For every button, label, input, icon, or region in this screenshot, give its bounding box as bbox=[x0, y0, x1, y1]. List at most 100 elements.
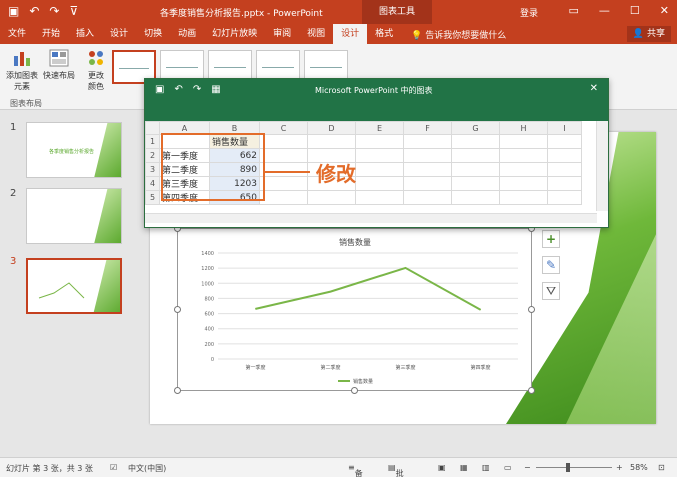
column-header[interactable]: A bbox=[159, 121, 210, 135]
cell[interactable] bbox=[307, 190, 356, 205]
cell[interactable] bbox=[259, 162, 308, 177]
reading-view-icon[interactable]: ▥ bbox=[482, 463, 490, 472]
maximize-icon[interactable]: ☐ bbox=[630, 4, 640, 17]
cell[interactable] bbox=[403, 134, 452, 149]
column-header[interactable]: B bbox=[209, 121, 260, 135]
column-header[interactable]: E bbox=[355, 121, 404, 135]
tab-review[interactable]: 审阅 bbox=[265, 24, 299, 44]
slide-thumbnail-3[interactable] bbox=[26, 258, 122, 314]
cell[interactable] bbox=[499, 148, 548, 163]
minimize-icon[interactable]: — bbox=[599, 4, 610, 17]
column-header[interactable]: I bbox=[547, 121, 582, 135]
cell[interactable] bbox=[355, 162, 404, 177]
resize-handle[interactable] bbox=[528, 387, 535, 394]
column-header[interactable]: H bbox=[499, 121, 548, 135]
spellcheck-icon[interactable]: ☑ bbox=[110, 463, 117, 472]
horizontal-scrollbar[interactable] bbox=[145, 213, 597, 223]
cell[interactable] bbox=[451, 148, 500, 163]
cell[interactable] bbox=[355, 190, 404, 205]
cell[interactable] bbox=[159, 134, 210, 149]
share-button[interactable]: 👤 共享 bbox=[626, 26, 671, 42]
cell[interactable] bbox=[355, 134, 404, 149]
cell[interactable] bbox=[499, 134, 548, 149]
close-icon[interactable]: ✕ bbox=[590, 83, 598, 94]
edit-in-excel-icon[interactable]: ▦ bbox=[211, 84, 220, 95]
tab-file[interactable]: 文件 bbox=[0, 24, 34, 44]
cell[interactable] bbox=[499, 162, 548, 177]
row-header[interactable]: 3 bbox=[145, 162, 160, 177]
cell[interactable]: 1203 bbox=[209, 176, 260, 191]
comments-button[interactable]: ▤ 批注 bbox=[388, 463, 404, 477]
save-icon[interactable]: ▣ bbox=[155, 84, 164, 95]
chart-elements-plus-icon[interactable]: + bbox=[542, 230, 560, 248]
select-all-corner[interactable] bbox=[145, 121, 160, 135]
close-icon[interactable]: ✕ bbox=[660, 4, 669, 17]
cell[interactable] bbox=[259, 134, 308, 149]
notes-button[interactable]: ≡ 备注 bbox=[348, 463, 363, 477]
zoom-out-icon[interactable]: − bbox=[524, 463, 531, 472]
tab-animations[interactable]: 动画 bbox=[170, 24, 204, 44]
resize-handle[interactable] bbox=[528, 306, 535, 313]
cell[interactable] bbox=[403, 162, 452, 177]
cell[interactable] bbox=[451, 176, 500, 191]
slide-thumbnail-1[interactable]: 各季度销售分析报告 bbox=[26, 122, 122, 178]
cell[interactable] bbox=[451, 134, 500, 149]
cell[interactable] bbox=[451, 190, 500, 205]
cell[interactable] bbox=[259, 176, 308, 191]
cell[interactable] bbox=[403, 176, 452, 191]
cell[interactable] bbox=[259, 190, 308, 205]
tab-insert[interactable]: 插入 bbox=[68, 24, 102, 44]
cell[interactable]: 第三季度 bbox=[159, 176, 210, 191]
cell[interactable] bbox=[499, 176, 548, 191]
cell[interactable] bbox=[547, 190, 582, 205]
row-header[interactable]: 4 bbox=[145, 176, 160, 191]
cell[interactable]: 650 bbox=[209, 190, 260, 205]
cell[interactable] bbox=[403, 148, 452, 163]
tab-home[interactable]: 开始 bbox=[34, 24, 68, 44]
vertical-scrollbar[interactable] bbox=[596, 121, 608, 211]
cell[interactable]: 第一季度 bbox=[159, 148, 210, 163]
cell[interactable] bbox=[355, 176, 404, 191]
zoom-in-icon[interactable]: + bbox=[616, 463, 623, 472]
tab-slideshow[interactable]: 幻灯片放映 bbox=[204, 24, 265, 44]
tab-transitions[interactable]: 切换 bbox=[136, 24, 170, 44]
row-header[interactable]: 2 bbox=[145, 148, 160, 163]
save-icon[interactable]: ▣ bbox=[8, 4, 19, 18]
customize-icon[interactable]: ⊽ bbox=[69, 4, 78, 18]
chart-object[interactable]: 销售数量 0 200 400 600 800 1000 1200 1400 第一季度 第二季度 第三季… bbox=[177, 228, 532, 391]
tab-design[interactable]: 设计 bbox=[102, 24, 136, 44]
resize-handle[interactable] bbox=[351, 387, 358, 394]
cell[interactable] bbox=[355, 148, 404, 163]
cell[interactable] bbox=[403, 190, 452, 205]
cell[interactable] bbox=[547, 148, 582, 163]
cell[interactable]: 第二季度 bbox=[159, 162, 210, 177]
redo-icon[interactable]: ↷ bbox=[49, 4, 59, 18]
cell[interactable]: 890 bbox=[209, 162, 260, 177]
add-chart-element-button[interactable]: 添加图表 元素 bbox=[4, 48, 40, 92]
undo-icon[interactable]: ↶ bbox=[29, 4, 39, 18]
cell[interactable] bbox=[451, 162, 500, 177]
redo-icon[interactable]: ↷ bbox=[193, 84, 201, 95]
cell[interactable]: 销售数量 bbox=[209, 134, 260, 149]
ribbon-options-icon[interactable]: ▭ bbox=[569, 4, 579, 17]
row-header[interactable]: 1 bbox=[145, 134, 160, 149]
zoom-slider[interactable] bbox=[536, 467, 612, 468]
slideshow-icon[interactable]: ▭ bbox=[504, 463, 512, 472]
resize-handle[interactable] bbox=[174, 387, 181, 394]
change-colors-button[interactable]: 更改 颜色 bbox=[82, 48, 110, 92]
chart-styles-brush-icon[interactable]: ✎ bbox=[542, 256, 560, 274]
zoom-slider-thumb[interactable] bbox=[566, 463, 570, 472]
cell[interactable] bbox=[547, 134, 582, 149]
cell[interactable]: 第四季度 bbox=[159, 190, 210, 205]
resize-handle[interactable] bbox=[174, 306, 181, 313]
normal-view-icon[interactable]: ▣ bbox=[438, 463, 446, 472]
column-header[interactable]: C bbox=[259, 121, 308, 135]
cell[interactable]: 662 bbox=[209, 148, 260, 163]
fit-slide-icon[interactable]: ⊡ bbox=[658, 463, 665, 472]
cell[interactable] bbox=[547, 162, 582, 177]
cell[interactable] bbox=[499, 190, 548, 205]
tell-me-search[interactable]: 💡 告诉我你想要做什么 bbox=[411, 28, 506, 41]
cell[interactable] bbox=[547, 176, 582, 191]
undo-icon[interactable]: ↶ bbox=[174, 84, 182, 95]
cell[interactable] bbox=[259, 148, 308, 163]
